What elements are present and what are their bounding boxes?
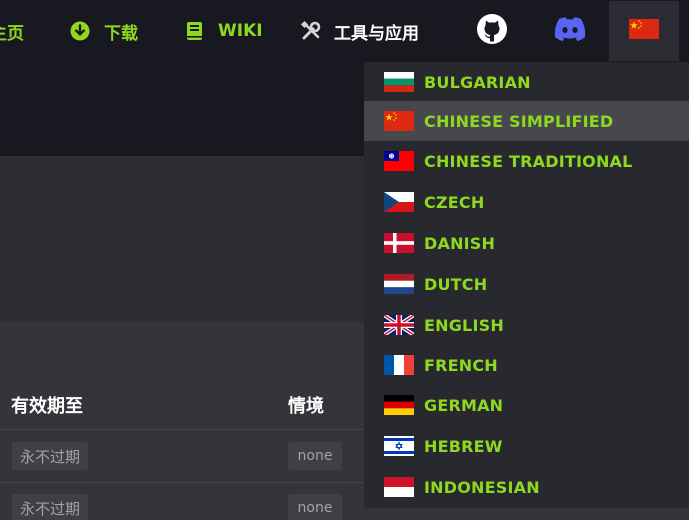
language-option-hebrew[interactable]: HEBREW xyxy=(364,426,689,466)
language-option-czech[interactable]: CZECH xyxy=(364,182,689,222)
language-option-label: CHINESE SIMPLIFIED xyxy=(424,111,614,131)
language-selector-button[interactable] xyxy=(609,1,679,61)
language-option-french[interactable]: FRENCH xyxy=(364,345,689,385)
france-flag-icon xyxy=(384,355,414,375)
discord-icon xyxy=(553,16,587,47)
language-option-label: INDONESIAN xyxy=(424,477,540,497)
language-option-label: DUTCH xyxy=(424,274,488,294)
taiwan-flag-icon xyxy=(384,151,414,171)
netherlands-flag-icon xyxy=(384,274,414,294)
language-option-indonesian[interactable]: INDONESIAN xyxy=(364,467,689,507)
context-tag: none xyxy=(288,442,342,470)
nav-wiki-label: WIKI xyxy=(218,21,263,41)
language-option-dutch[interactable]: DUTCH xyxy=(364,264,689,304)
top-navbar: 主页 下载 WIKI xyxy=(0,0,689,62)
germany-flag-icon xyxy=(384,395,414,415)
nav-download-label: 下载 xyxy=(104,23,138,44)
language-option-label: GERMAN xyxy=(424,395,504,415)
discord-link[interactable] xyxy=(553,0,587,62)
indonesia-flag-icon xyxy=(384,477,414,497)
nav-download-link[interactable]: 下载 xyxy=(70,0,138,62)
nav-tools-label: 工具与应用 xyxy=(334,23,419,44)
language-option-chinese-traditional[interactable]: CHINESE TRADITIONAL xyxy=(364,141,689,181)
denmark-flag-icon xyxy=(384,233,414,253)
language-option-label: FRENCH xyxy=(424,355,498,375)
language-option-label: CHINESE TRADITIONAL xyxy=(424,151,633,171)
nav-home-label: 主页 xyxy=(0,23,24,44)
language-option-chinese-simplified[interactable]: CHINESE SIMPLIFIED xyxy=(364,101,689,141)
language-dropdown-menu: BULGARIAN CHINESE SIMPLIFIED CHINESE TRA… xyxy=(364,62,689,508)
context-tag: none xyxy=(288,494,342,520)
expires-tag: 永不过期 xyxy=(12,494,89,520)
download-icon xyxy=(70,21,90,41)
github-link[interactable] xyxy=(476,0,508,62)
language-option-bulgarian[interactable]: BULGARIAN xyxy=(364,62,689,102)
czech-flag-icon xyxy=(384,192,414,212)
bulgaria-flag-icon xyxy=(384,72,414,92)
language-option-english[interactable]: ENGLISH xyxy=(364,305,689,345)
israel-flag-icon xyxy=(384,436,414,456)
column-header-expires: 有效期至 xyxy=(11,396,83,417)
language-option-label: DANISH xyxy=(424,233,496,253)
nav-wiki-link[interactable]: WIKI xyxy=(186,0,263,62)
china-flag-icon xyxy=(384,111,414,131)
language-option-label: BULGARIAN xyxy=(424,72,531,92)
china-flag-icon xyxy=(629,19,659,43)
book-icon xyxy=(186,21,204,41)
language-option-german[interactable]: GERMAN xyxy=(364,385,689,425)
github-icon xyxy=(476,13,508,50)
language-option-danish[interactable]: DANISH xyxy=(364,223,689,263)
uk-flag-icon xyxy=(384,315,414,335)
tools-icon xyxy=(300,20,322,42)
language-option-label: ENGLISH xyxy=(424,315,504,335)
language-option-label: CZECH xyxy=(424,192,485,212)
nav-tools-link[interactable]: 工具与应用 xyxy=(300,0,419,62)
column-header-context: 情境 xyxy=(288,396,324,417)
expires-tag: 永不过期 xyxy=(12,442,89,470)
language-option-label: HEBREW xyxy=(424,436,503,456)
nav-home-link[interactable]: 主页 xyxy=(0,0,24,62)
